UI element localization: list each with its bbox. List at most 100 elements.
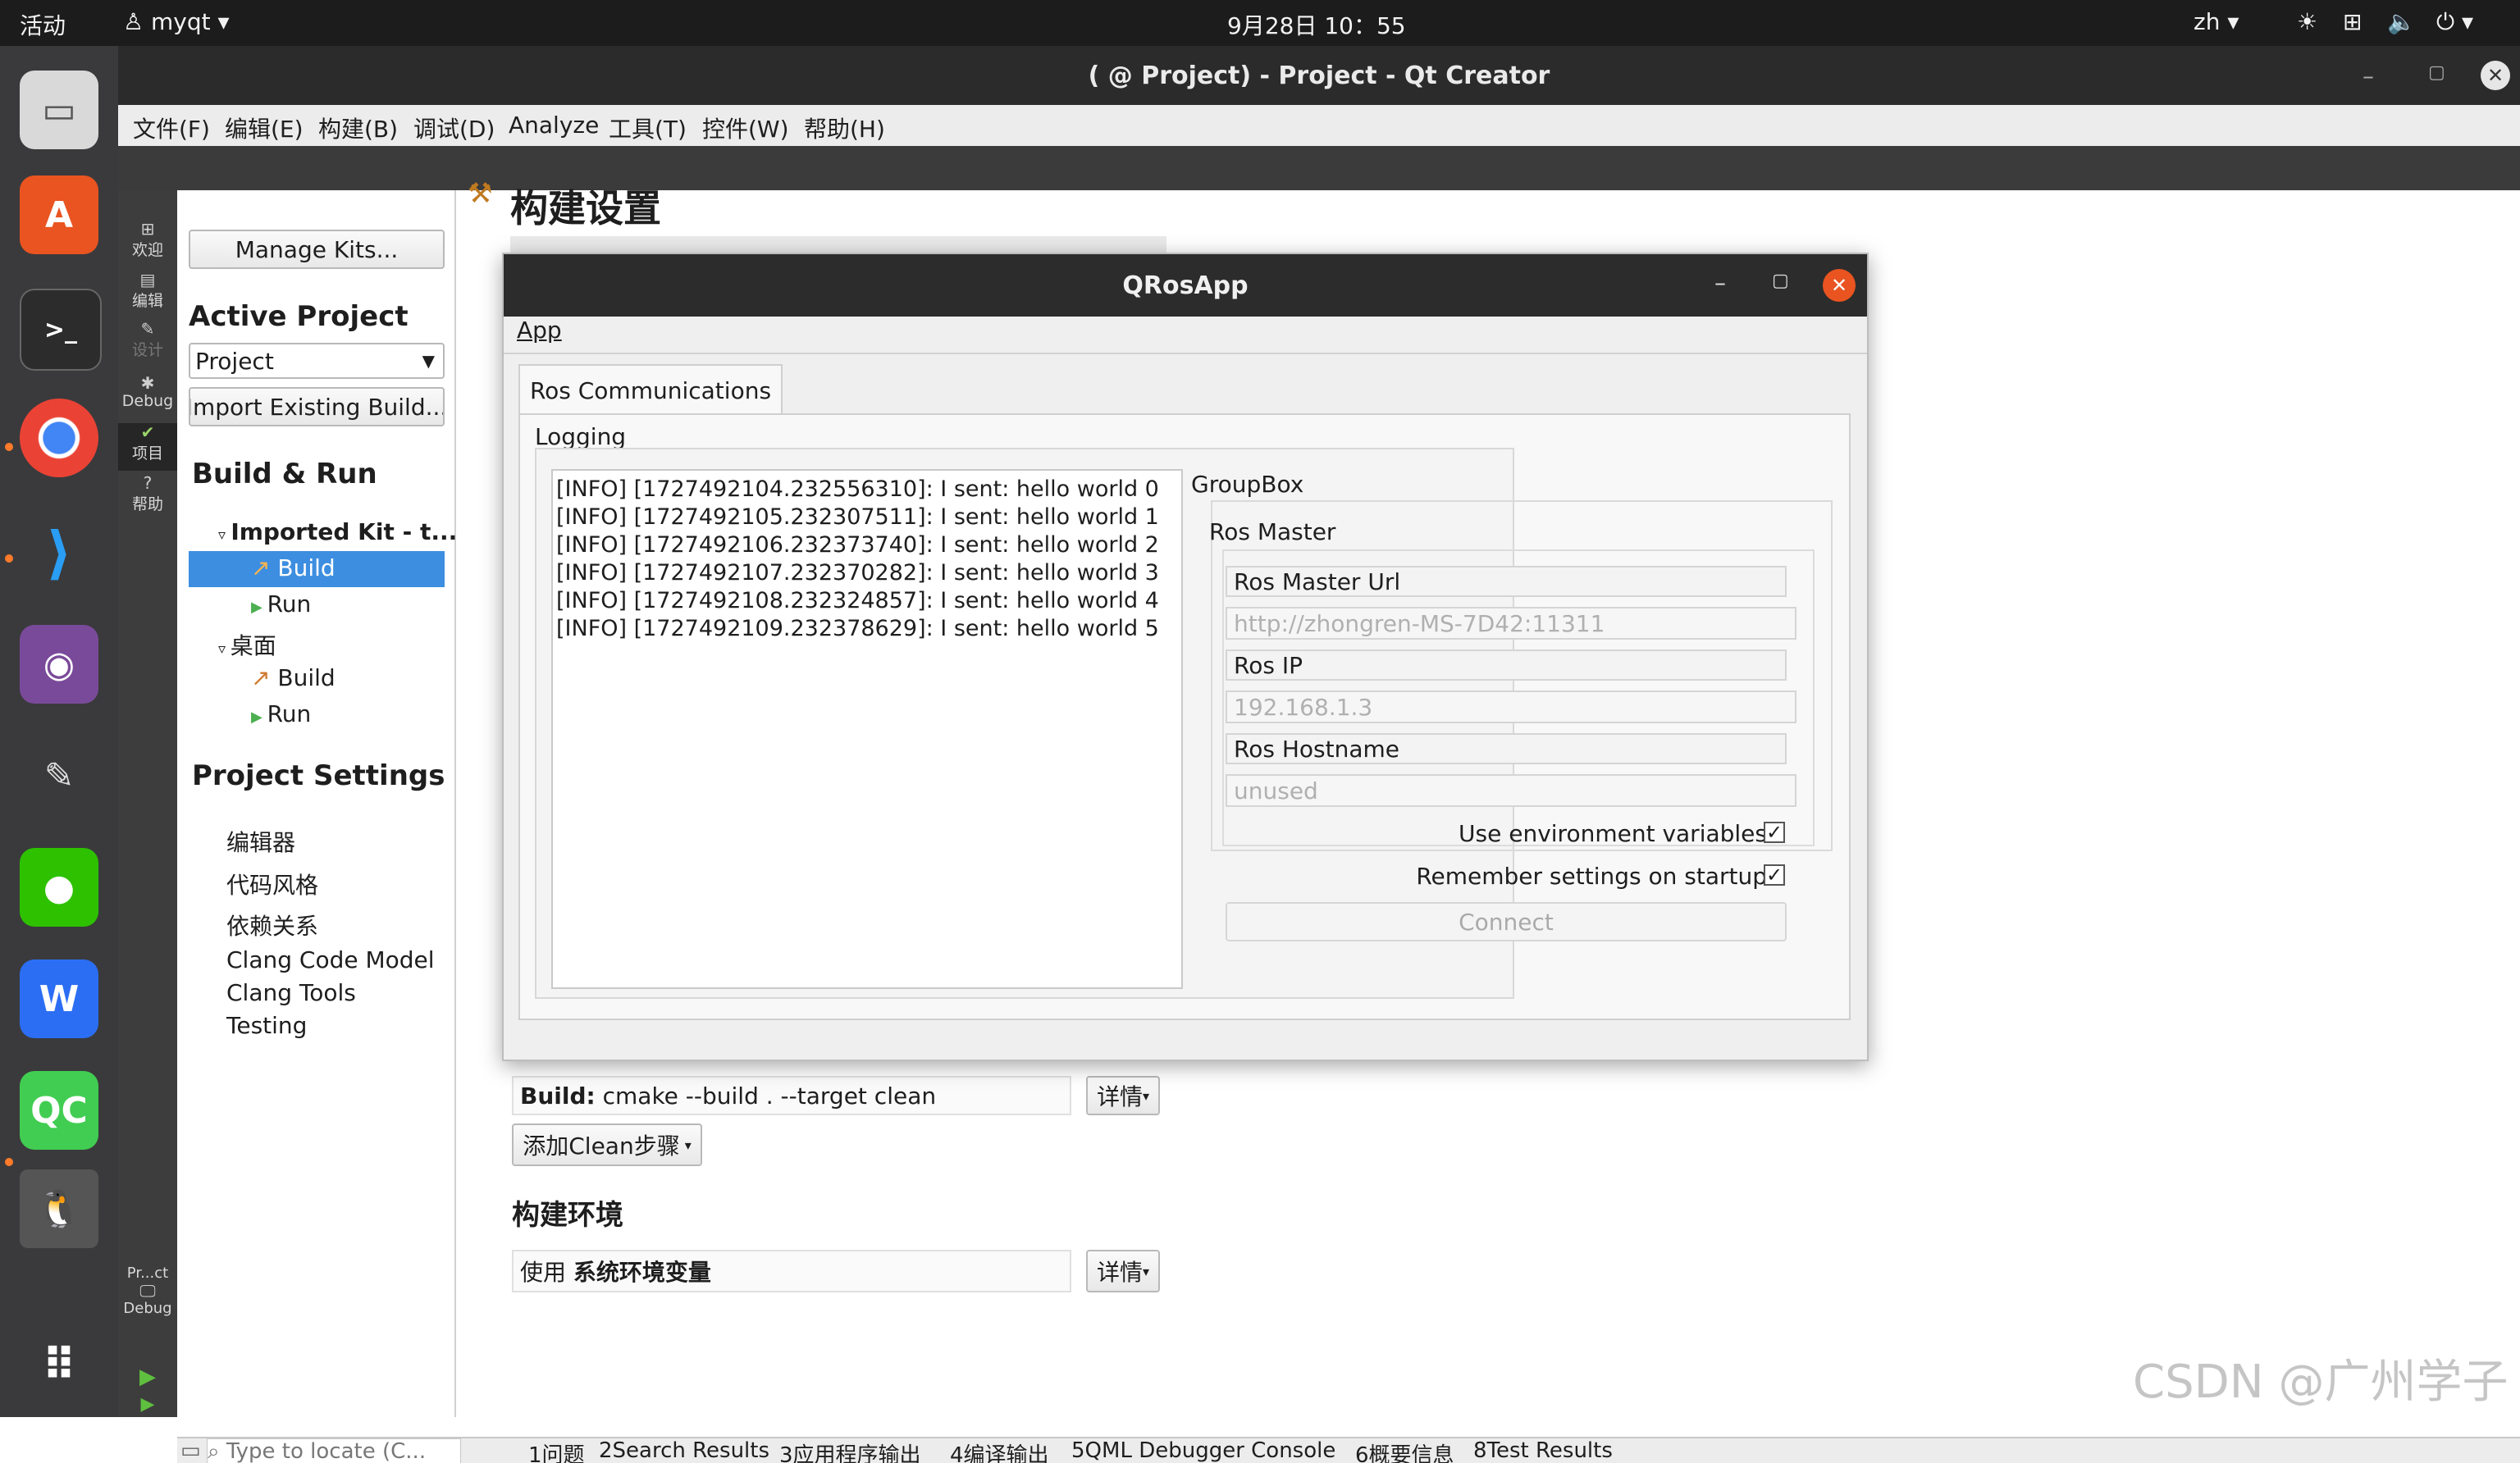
- menu-edit[interactable]: 编辑(E): [225, 112, 304, 144]
- list-item[interactable]: [INFO] [1727492109.232378629]: I sent: h…: [556, 615, 1181, 643]
- kit-desktop[interactable]: ▿ 桌面: [218, 628, 276, 661]
- settings-code-style[interactable]: 代码风格: [226, 868, 318, 900]
- qt-creator-icon[interactable]: QC: [20, 1071, 98, 1150]
- settings-clang-code-model[interactable]: Clang Code Model: [226, 946, 435, 973]
- manage-kits-button[interactable]: Manage Kits...: [189, 230, 445, 269]
- clean-details-button[interactable]: 详情 ▾: [1086, 1076, 1160, 1115]
- menu-bar: 文件(F) 编辑(E) 构建(B) 调试(D) Analyze 工具(T) 控件…: [118, 105, 2520, 146]
- minimize-icon[interactable]: –: [2362, 62, 2374, 89]
- clock[interactable]: 9月28日 10：55: [1227, 8, 1406, 41]
- kit-imported[interactable]: ▿ Imported Kit - t...: [218, 518, 457, 545]
- list-item[interactable]: [INFO] [1727492106.232373740]: I sent: h…: [556, 531, 1181, 559]
- watermark: CSDN @广州学子: [2133, 1356, 2509, 1409]
- close-icon[interactable]: ✕: [2481, 61, 2510, 90]
- clean-step-command: cmake --build . --target clean: [602, 1082, 937, 1110]
- kit1-run-item[interactable]: ▶ Run: [251, 590, 311, 618]
- mode-help[interactable]: ? 帮助: [118, 474, 177, 514]
- app-menu[interactable]: ♙ myqt ▾: [123, 8, 230, 35]
- volume-icon[interactable]: 🔈: [2387, 8, 2416, 35]
- wps-icon[interactable]: W: [20, 959, 98, 1038]
- list-item[interactable]: [INFO] [1727492104.232556310]: I sent: h…: [556, 476, 1181, 504]
- menu-widgets[interactable]: 控件(W): [702, 112, 789, 144]
- log-list[interactable]: [INFO] [1727492104.232556310]: I sent: h…: [551, 469, 1183, 989]
- menu-debug[interactable]: 调试(D): [413, 112, 495, 144]
- pen-icon: ✎: [140, 319, 155, 339]
- maximize-icon[interactable]: ▢: [2428, 62, 2445, 83]
- paint-icon[interactable]: ✎: [20, 736, 98, 815]
- add-clean-step-button[interactable]: 添加Clean步骤 ▾: [512, 1123, 702, 1166]
- use-env-checkbox[interactable]: ✓: [1764, 822, 1785, 843]
- import-build-button[interactable]: Import Existing Build...: [189, 387, 445, 426]
- window-title: ( @ Project) - Project - Qt Creator: [118, 46, 2520, 105]
- menu-file[interactable]: 文件(F): [133, 112, 210, 144]
- run-icon[interactable]: ▶: [118, 1365, 177, 1389]
- project-combo[interactable]: Project ▼: [189, 343, 445, 379]
- settings-dependencies[interactable]: 依赖关系: [226, 909, 318, 941]
- mode-design[interactable]: ✎ 设计: [118, 320, 177, 360]
- list-item[interactable]: [INFO] [1727492107.232370282]: I sent: h…: [556, 559, 1181, 587]
- menu-tools[interactable]: 工具(T): [609, 112, 687, 144]
- output-tab-test-results[interactable]: 8Test Results: [1473, 1438, 1613, 1463]
- kit-selector[interactable]: Pr...ct 🖵 Debug: [118, 1265, 177, 1317]
- kit2-build-item[interactable]: ↗ Build: [251, 664, 336, 691]
- hammer-icon: ↗: [251, 554, 278, 581]
- dialog-minimize-icon[interactable]: –: [1714, 269, 1726, 296]
- files-icon[interactable]: ▭: [20, 71, 98, 149]
- master-url-input[interactable]: http://zhongren-MS-7D42:11311: [1226, 607, 1796, 640]
- hostname-input[interactable]: unused: [1226, 774, 1796, 807]
- chrome-icon[interactable]: [20, 399, 98, 477]
- network-icon[interactable]: ⊞: [2343, 8, 2362, 35]
- output-tab-general[interactable]: 6概要信息: [1355, 1438, 1454, 1463]
- qq-icon[interactable]: 🐧: [20, 1169, 98, 1248]
- settings-testing[interactable]: Testing: [226, 1012, 307, 1039]
- brightness-icon[interactable]: ☀: [2297, 8, 2317, 35]
- mode-debug[interactable]: ✱ Debug: [118, 374, 177, 410]
- menu-help[interactable]: 帮助(H): [804, 112, 885, 144]
- settings-clang-tools[interactable]: Clang Tools: [226, 979, 356, 1006]
- sidebar-toggle-icon[interactable]: ▭: [180, 1438, 201, 1463]
- locate-input[interactable]: ⌕ Type to locate (C...: [207, 1438, 461, 1463]
- menu-build[interactable]: 构建(B): [318, 112, 398, 144]
- env-details-button[interactable]: 详情 ▾: [1086, 1250, 1160, 1292]
- settings-editor[interactable]: 编辑器: [226, 825, 295, 858]
- ros-ip-input[interactable]: 192.168.1.3: [1226, 690, 1796, 723]
- output-tab-app-output[interactable]: 3应用程序输出: [779, 1438, 921, 1463]
- language-indicator[interactable]: zh ▾: [2194, 8, 2239, 35]
- build-env-field[interactable]: 使用 系统环境变量: [512, 1250, 1071, 1292]
- show-apps-icon[interactable]: ⠿: [20, 1325, 98, 1404]
- output-tab-issues[interactable]: 1问题: [528, 1438, 585, 1463]
- vscode-icon[interactable]: ⟩: [20, 513, 98, 592]
- menu-analyze[interactable]: Analyze: [509, 112, 599, 139]
- output-tab-search[interactable]: 2Search Results: [599, 1438, 769, 1463]
- list-item[interactable]: [INFO] [1727492108.232324857]: I sent: h…: [556, 587, 1181, 615]
- output-tab-qml-console[interactable]: 5QML Debugger Console: [1071, 1438, 1335, 1463]
- power-icon[interactable]: ⏻ ▾: [2436, 8, 2473, 36]
- qrosapp-title: QRosApp: [504, 254, 1867, 317]
- kit1-build-item[interactable]: ↗ Build: [251, 554, 336, 581]
- tab-ros-communications[interactable]: Ros Communications: [518, 364, 783, 415]
- mode-welcome[interactable]: ⊞ 欢迎: [118, 220, 177, 260]
- mode-edit[interactable]: ▤ 编辑: [118, 271, 177, 311]
- dialog-maximize-icon[interactable]: ▢: [1772, 271, 1789, 291]
- software-center-icon[interactable]: A: [20, 175, 98, 254]
- project-settings-heading: Project Settings: [192, 759, 445, 792]
- wechat-icon[interactable]: ●: [20, 848, 98, 927]
- dialog-close-icon[interactable]: ✕: [1823, 269, 1856, 302]
- output-tab-compile[interactable]: 4编译输出: [950, 1438, 1049, 1463]
- clean-step-field[interactable]: Build: cmake --build . --target clean: [512, 1076, 1071, 1115]
- app-menu-item[interactable]: App: [517, 317, 562, 344]
- expand-icon: ▿: [218, 526, 231, 544]
- wrench-icon: ✔: [140, 422, 155, 442]
- list-item[interactable]: [INFO] [1727492105.232307511]: I sent: h…: [556, 504, 1181, 531]
- bug-icon: ✱: [140, 373, 155, 393]
- project-panel: Manage Kits... Active Project Project ▼ …: [177, 190, 457, 1417]
- activities-button[interactable]: 活动: [20, 8, 66, 41]
- project-combo-value: Project: [195, 347, 274, 375]
- mode-projects[interactable]: ✔ 项目: [118, 423, 177, 471]
- terminal-icon[interactable]: >_: [20, 289, 102, 371]
- remember-checkbox[interactable]: ✓: [1764, 864, 1785, 886]
- video-recorder-icon[interactable]: ◉: [20, 625, 98, 704]
- connect-button[interactable]: Connect: [1226, 902, 1787, 941]
- kit2-run-item[interactable]: ▶ Run: [251, 700, 311, 727]
- debug-run-icon[interactable]: ▶: [118, 1394, 177, 1415]
